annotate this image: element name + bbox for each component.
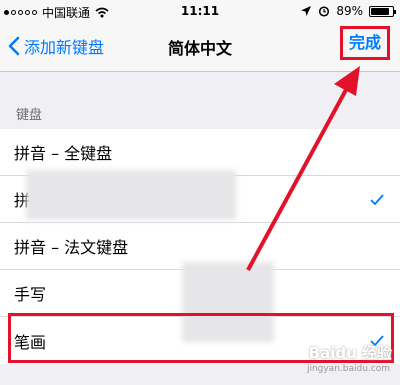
status-bar: 中国联通 11:11 89% — [0, 0, 400, 22]
list-item-label: 拼音 – 全键盘 — [14, 144, 113, 163]
list-item-label: 笔画 — [14, 332, 47, 352]
alarm-clock-icon — [319, 6, 330, 17]
list-item-label: 拼音 – 法文键盘 — [14, 238, 129, 257]
location-arrow-icon — [301, 6, 312, 16]
battery-fill — [371, 7, 389, 15]
status-right: 89% — [300, 4, 396, 18]
watermark-url: jingyan.baidu.com — [306, 364, 390, 374]
blur-overlay — [182, 262, 274, 342]
section-header: 键盘 — [16, 108, 43, 123]
checkmark-icon — [370, 194, 384, 205]
done-button[interactable]: 完成 — [340, 26, 390, 60]
list-item-label: 手写 — [14, 285, 47, 304]
navigation-bar: 添加新键盘 简体中文 完成 — [0, 22, 400, 72]
back-label: 添加新键盘 — [24, 38, 105, 57]
battery-nub — [394, 9, 396, 14]
battery-percent: 89% — [336, 4, 363, 18]
chevron-left-icon — [8, 36, 20, 56]
battery-icon — [369, 5, 396, 17]
blur-overlay — [26, 170, 236, 220]
list-item[interactable]: 拼音 – 全键盘 — [0, 129, 400, 176]
watermark-logo: Baidu 经验 — [308, 344, 392, 362]
back-button[interactable]: 添加新键盘 — [8, 34, 104, 58]
